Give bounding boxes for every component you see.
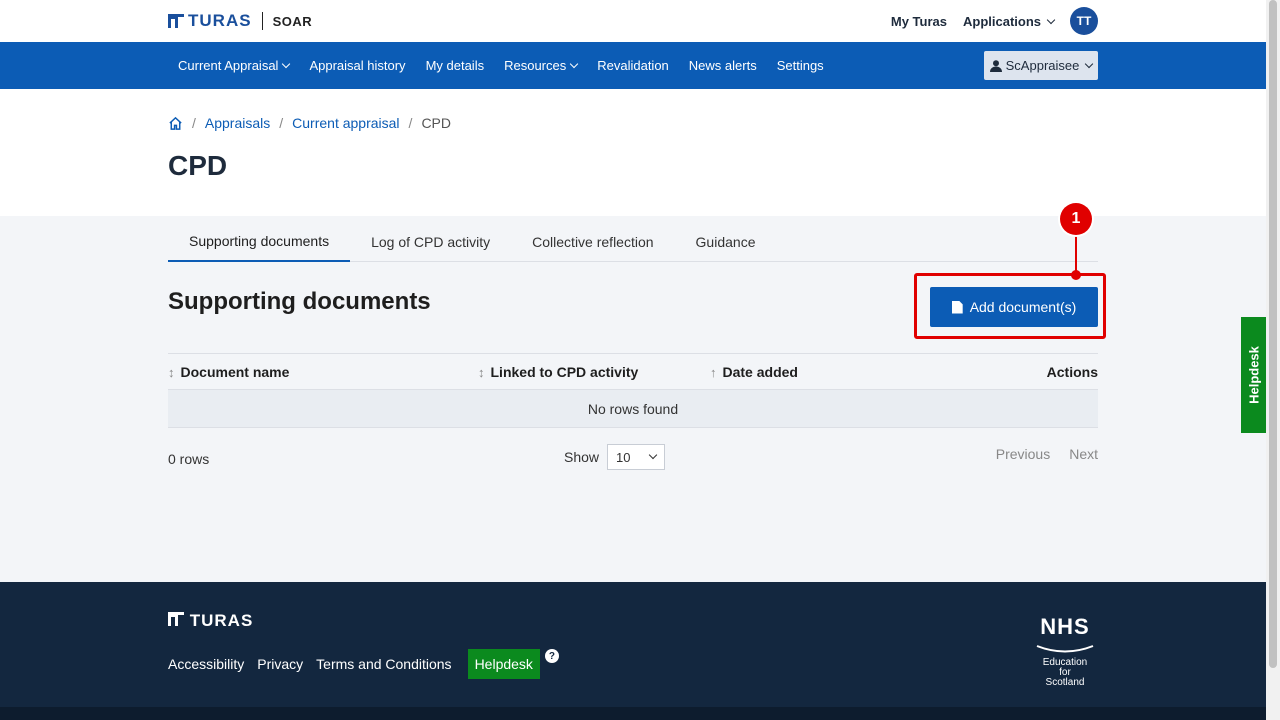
user-icon bbox=[989, 59, 1002, 72]
page-size-select[interactable]: 10 bbox=[607, 444, 666, 470]
breadcrumb-appraisals[interactable]: Appraisals bbox=[205, 115, 270, 131]
breadcrumb-current: CPD bbox=[421, 115, 451, 131]
tab-guidance[interactable]: Guidance bbox=[675, 222, 777, 262]
column-actions: Actions bbox=[1047, 364, 1098, 380]
rows-count: 0 rows bbox=[168, 451, 210, 467]
turas-logo: TURAS bbox=[168, 11, 252, 31]
annotation-step-badge: 1 bbox=[1060, 203, 1092, 235]
sort-ascending-icon: ↑ bbox=[710, 364, 717, 380]
previous-button[interactable]: Previous bbox=[996, 446, 1050, 462]
nhs-education-scotland-logo: NHS Education for Scotland bbox=[1030, 614, 1100, 688]
footer-terms-link[interactable]: Terms and Conditions bbox=[316, 656, 451, 672]
logo-divider bbox=[261, 12, 263, 30]
nav-news-alerts[interactable]: News alerts bbox=[679, 58, 767, 73]
avatar[interactable]: TT bbox=[1070, 7, 1098, 35]
footer-privacy-link[interactable]: Privacy bbox=[257, 656, 303, 672]
nhs-logo-arc bbox=[1036, 645, 1094, 653]
tab-log-of-cpd-activity[interactable]: Log of CPD activity bbox=[350, 222, 511, 262]
page-size-value: 10 bbox=[616, 449, 631, 465]
add-documents-label: Add document(s) bbox=[969, 299, 1077, 315]
column-label: Document name bbox=[180, 364, 290, 380]
column-label: Actions bbox=[1046, 364, 1098, 380]
page-size-control: Show 10 bbox=[564, 444, 666, 470]
help-question-icon[interactable]: ? bbox=[544, 649, 559, 663]
empty-table-row: No rows found bbox=[168, 390, 1098, 428]
nav-current-appraisal[interactable]: Current Appraisal bbox=[168, 58, 299, 73]
breadcrumb-separator: / bbox=[192, 115, 196, 131]
breadcrumb-separator: / bbox=[279, 115, 284, 131]
sort-icon: ↕ bbox=[478, 364, 485, 380]
column-document-name[interactable]: ↕ Document name bbox=[168, 364, 289, 380]
user-name: ScAppraisee bbox=[1005, 58, 1080, 73]
nav-appraisal-history[interactable]: Appraisal history bbox=[299, 58, 415, 73]
footer-turas-logo[interactable]: TURAS bbox=[168, 611, 253, 631]
user-menu-button[interactable]: ScAppraisee bbox=[984, 51, 1098, 80]
footer-accessibility-link[interactable]: Accessibility bbox=[168, 656, 244, 672]
brand-text: TURAS bbox=[188, 11, 252, 30]
breadcrumb: / Appraisals / Current appraisal / CPD bbox=[168, 115, 451, 131]
main-content: Supporting documents Log of CPD activity… bbox=[0, 203, 1266, 582]
home-icon[interactable] bbox=[168, 116, 183, 131]
nav-resources[interactable]: Resources bbox=[494, 58, 587, 73]
tab-bar: Supporting documents Log of CPD activity… bbox=[168, 222, 1098, 262]
nav-settings[interactable]: Settings bbox=[767, 58, 834, 73]
turas-logo-icon bbox=[168, 612, 184, 626]
column-date-added[interactable]: ↑ Date added bbox=[710, 364, 798, 380]
top-links: My Turas Applications TT bbox=[891, 7, 1098, 35]
footer-brand-text: TURAS bbox=[189, 611, 254, 630]
column-label: Linked to CPD activity bbox=[490, 364, 639, 380]
footer-links: Accessibility Privacy Terms and Conditio… bbox=[168, 649, 559, 679]
applications-menu[interactable]: Applications bbox=[963, 14, 1054, 29]
section-title: Supporting documents bbox=[168, 288, 431, 315]
breadcrumb-separator: / bbox=[408, 115, 413, 131]
nhs-sub-line-3: Scotland bbox=[1045, 677, 1085, 688]
document-icon bbox=[951, 300, 963, 314]
show-label: Show bbox=[564, 449, 600, 465]
column-label: Date added bbox=[722, 364, 798, 380]
side-helpdesk-tab[interactable]: Helpdesk bbox=[1241, 317, 1266, 433]
app-name: SOAR bbox=[272, 13, 313, 29]
breadcrumb-current-appraisal[interactable]: Current appraisal bbox=[292, 115, 399, 131]
annotation-dot bbox=[1071, 270, 1081, 280]
table-pagination: 0 rows Show 10 Previous Next bbox=[168, 444, 1098, 474]
page-title: CPD bbox=[168, 150, 228, 181]
turas-logo-icon bbox=[168, 14, 184, 28]
tab-collective-reflection[interactable]: Collective reflection bbox=[511, 222, 674, 262]
site-footer: TURAS Accessibility Privacy Terms and Co… bbox=[0, 582, 1266, 720]
main-nav: Current Appraisal Appraisal history My d… bbox=[0, 42, 1266, 89]
my-turas-link[interactable]: My Turas bbox=[891, 14, 947, 29]
column-linked-cpd[interactable]: ↕ Linked to CPD activity bbox=[478, 364, 638, 380]
turas-soar-logo[interactable]: TURAS SOAR bbox=[168, 11, 312, 31]
tab-supporting-documents[interactable]: Supporting documents bbox=[168, 222, 351, 262]
add-documents-button[interactable]: Add document(s) bbox=[930, 287, 1098, 327]
nav-my-details[interactable]: My details bbox=[416, 58, 495, 73]
top-header: TURAS SOAR My Turas Applications TT bbox=[0, 0, 1266, 42]
documents-table: ↕ Document name ↕ Linked to CPD activity… bbox=[168, 353, 1098, 428]
next-button[interactable]: Next bbox=[1069, 446, 1098, 462]
pager: Previous Next bbox=[996, 446, 1098, 462]
sort-icon: ↕ bbox=[168, 364, 175, 380]
side-helpdesk-label: Helpdesk bbox=[1246, 346, 1261, 404]
nhs-wordmark: NHS bbox=[1040, 614, 1090, 639]
chevron-down-icon bbox=[648, 450, 658, 460]
table-header: ↕ Document name ↕ Linked to CPD activity… bbox=[168, 353, 1098, 390]
footer-helpdesk-button[interactable]: Helpdesk bbox=[467, 649, 540, 679]
scrollbar[interactable] bbox=[1266, 0, 1280, 720]
footer-bottom-strip bbox=[0, 707, 1266, 720]
scrollbar-thumb[interactable] bbox=[1269, 0, 1277, 668]
nav-revalidation[interactable]: Revalidation bbox=[587, 58, 679, 73]
